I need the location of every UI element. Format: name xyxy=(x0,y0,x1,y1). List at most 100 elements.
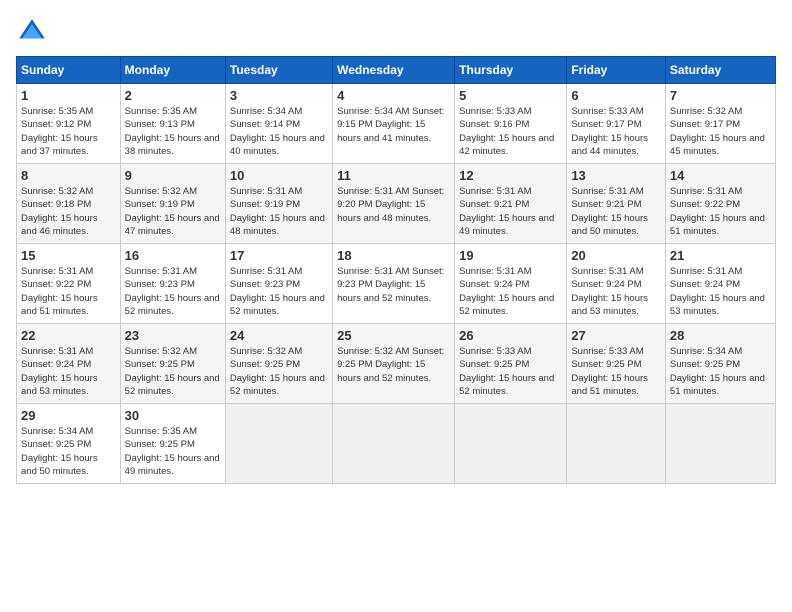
day-number: 10 xyxy=(230,168,328,183)
day-info: Sunrise: 5:31 AM Sunset: 9:24 PM Dayligh… xyxy=(571,265,661,318)
logo-icon xyxy=(16,16,48,48)
calendar-cell: 5Sunrise: 5:33 AM Sunset: 9:16 PM Daylig… xyxy=(455,84,567,164)
day-number: 26 xyxy=(459,328,562,343)
calendar-cell xyxy=(455,404,567,484)
day-info: Sunrise: 5:31 AM Sunset: 9:22 PM Dayligh… xyxy=(670,185,771,238)
day-number: 2 xyxy=(125,88,221,103)
calendar-cell: 13 Sunrise: 5:31 AM Sunset: 9:21 PM Dayli… xyxy=(567,164,666,244)
calendar-cell: 22 Sunrise: 5:31 AM Sunset: 9:24 PM Dayli… xyxy=(17,324,121,404)
day-info: Sunrise: 5:31 AM Sunset: 9:24 PM Dayligh… xyxy=(21,345,116,398)
day-number: 18 xyxy=(337,248,450,263)
day-info: Sunrise: 5:34 AM Sunset: 9:14 PM Dayligh… xyxy=(230,105,328,158)
day-number: 11 xyxy=(337,168,450,183)
calendar-cell: 16 Sunrise: 5:31 AM Sunset: 9:23 PM Dayli… xyxy=(120,244,225,324)
day-number: 16 xyxy=(125,248,221,263)
day-number: 25 xyxy=(337,328,450,343)
header-cell-saturday: Saturday xyxy=(665,57,775,84)
calendar-cell xyxy=(333,404,455,484)
day-info: Sunrise: 5:31 AM Sunset: 9:23 PM Dayligh… xyxy=(337,265,450,305)
calendar-cell: 19 Sunrise: 5:31 AM Sunset: 9:24 PM Dayli… xyxy=(455,244,567,324)
header-row: SundayMondayTuesdayWednesdayThursdayFrid… xyxy=(17,57,776,84)
day-info: Sunrise: 5:31 AM Sunset: 9:20 PM Dayligh… xyxy=(337,185,450,225)
day-info: Sunrise: 5:34 AM Sunset: 9:25 PM Dayligh… xyxy=(670,345,771,398)
calendar-cell: 23 Sunrise: 5:32 AM Sunset: 9:25 PM Dayli… xyxy=(120,324,225,404)
logo xyxy=(16,16,52,48)
day-info: Sunrise: 5:35 AM Sunset: 9:12 PM Dayligh… xyxy=(21,105,116,158)
day-number: 15 xyxy=(21,248,116,263)
header-cell-sunday: Sunday xyxy=(17,57,121,84)
day-number: 12 xyxy=(459,168,562,183)
calendar-cell: 14 Sunrise: 5:31 AM Sunset: 9:22 PM Dayli… xyxy=(665,164,775,244)
week-row-5: 29 Sunrise: 5:34 AM Sunset: 9:25 PM Dayli… xyxy=(17,404,776,484)
day-info: Sunrise: 5:34 AM Sunset: 9:25 PM Dayligh… xyxy=(21,425,116,478)
day-number: 1 xyxy=(21,88,116,103)
day-info: Sunrise: 5:32 AM Sunset: 9:25 PM Dayligh… xyxy=(125,345,221,398)
day-info: Sunrise: 5:35 AM Sunset: 9:25 PM Dayligh… xyxy=(125,425,221,478)
day-number: 4 xyxy=(337,88,450,103)
day-number: 23 xyxy=(125,328,221,343)
calendar-cell: 2 Sunrise: 5:35 AM Sunset: 9:13 PM Daylig… xyxy=(120,84,225,164)
day-info: Sunrise: 5:33 AM Sunset: 9:25 PM Dayligh… xyxy=(459,345,562,398)
day-number: 14 xyxy=(670,168,771,183)
day-info: Sunrise: 5:31 AM Sunset: 9:21 PM Dayligh… xyxy=(571,185,661,238)
day-info: Sunrise: 5:32 AM Sunset: 9:25 PM Dayligh… xyxy=(230,345,328,398)
calendar-cell: 8 Sunrise: 5:32 AM Sunset: 9:18 PM Daylig… xyxy=(17,164,121,244)
day-number: 5 xyxy=(459,88,562,103)
week-row-1: 1 Sunrise: 5:35 AM Sunset: 9:12 PM Daylig… xyxy=(17,84,776,164)
calendar-cell: 6 Sunrise: 5:33 AM Sunset: 9:17 PM Daylig… xyxy=(567,84,666,164)
week-row-3: 15Sunrise: 5:31 AM Sunset: 9:22 PM Dayli… xyxy=(17,244,776,324)
calendar-cell: 17 Sunrise: 5:31 AM Sunset: 9:23 PM Dayli… xyxy=(225,244,332,324)
week-row-4: 22 Sunrise: 5:31 AM Sunset: 9:24 PM Dayli… xyxy=(17,324,776,404)
calendar-cell: 18 Sunrise: 5:31 AM Sunset: 9:23 PM Dayli… xyxy=(333,244,455,324)
calendar-cell xyxy=(225,404,332,484)
day-number: 20 xyxy=(571,248,661,263)
header-cell-friday: Friday xyxy=(567,57,666,84)
day-info: Sunrise: 5:35 AM Sunset: 9:13 PM Dayligh… xyxy=(125,105,221,158)
day-info: Sunrise: 5:34 AM Sunset: 9:15 PM Dayligh… xyxy=(337,105,450,145)
day-info: Sunrise: 5:31 AM Sunset: 9:21 PM Dayligh… xyxy=(459,185,562,238)
day-number: 27 xyxy=(571,328,661,343)
day-number: 19 xyxy=(459,248,562,263)
calendar-cell: 4 Sunrise: 5:34 AM Sunset: 9:15 PM Daylig… xyxy=(333,84,455,164)
calendar-cell: 29 Sunrise: 5:34 AM Sunset: 9:25 PM Dayli… xyxy=(17,404,121,484)
day-number: 8 xyxy=(21,168,116,183)
calendar-cell: 15Sunrise: 5:31 AM Sunset: 9:22 PM Dayli… xyxy=(17,244,121,324)
day-number: 29 xyxy=(21,408,116,423)
day-info: Sunrise: 5:31 AM Sunset: 9:19 PM Dayligh… xyxy=(230,185,328,238)
calendar-table: SundayMondayTuesdayWednesdayThursdayFrid… xyxy=(16,56,776,484)
day-info: Sunrise: 5:31 AM Sunset: 9:23 PM Dayligh… xyxy=(230,265,328,318)
day-number: 6 xyxy=(571,88,661,103)
day-info: Sunrise: 5:32 AM Sunset: 9:17 PM Dayligh… xyxy=(670,105,771,158)
day-number: 22 xyxy=(21,328,116,343)
calendar-cell: 24Sunrise: 5:32 AM Sunset: 9:25 PM Dayli… xyxy=(225,324,332,404)
header-cell-thursday: Thursday xyxy=(455,57,567,84)
header-cell-wednesday: Wednesday xyxy=(333,57,455,84)
header-cell-tuesday: Tuesday xyxy=(225,57,332,84)
day-info: Sunrise: 5:31 AM Sunset: 9:23 PM Dayligh… xyxy=(125,265,221,318)
day-number: 3 xyxy=(230,88,328,103)
day-info: Sunrise: 5:33 AM Sunset: 9:25 PM Dayligh… xyxy=(571,345,661,398)
day-info: Sunrise: 5:31 AM Sunset: 9:24 PM Dayligh… xyxy=(670,265,771,318)
day-info: Sunrise: 5:33 AM Sunset: 9:17 PM Dayligh… xyxy=(571,105,661,158)
day-number: 30 xyxy=(125,408,221,423)
week-row-2: 8 Sunrise: 5:32 AM Sunset: 9:18 PM Daylig… xyxy=(17,164,776,244)
day-info: Sunrise: 5:32 AM Sunset: 9:19 PM Dayligh… xyxy=(125,185,221,238)
day-number: 21 xyxy=(670,248,771,263)
calendar-cell: 27 Sunrise: 5:33 AM Sunset: 9:25 PM Dayli… xyxy=(567,324,666,404)
calendar-cell xyxy=(567,404,666,484)
calendar-cell: 9 Sunrise: 5:32 AM Sunset: 9:19 PM Daylig… xyxy=(120,164,225,244)
calendar-cell: 30 Sunrise: 5:35 AM Sunset: 9:25 PM Dayli… xyxy=(120,404,225,484)
day-number: 13 xyxy=(571,168,661,183)
day-info: Sunrise: 5:32 AM Sunset: 9:18 PM Dayligh… xyxy=(21,185,116,238)
calendar-cell: 25Sunrise: 5:32 AM Sunset: 9:25 PM Dayli… xyxy=(333,324,455,404)
header-cell-monday: Monday xyxy=(120,57,225,84)
calendar-cell: 21 Sunrise: 5:31 AM Sunset: 9:24 PM Dayli… xyxy=(665,244,775,324)
calendar-cell: 11 Sunrise: 5:31 AM Sunset: 9:20 PM Dayli… xyxy=(333,164,455,244)
calendar-cell: 10 Sunrise: 5:31 AM Sunset: 9:19 PM Dayli… xyxy=(225,164,332,244)
calendar-cell: 28Sunrise: 5:34 AM Sunset: 9:25 PM Dayli… xyxy=(665,324,775,404)
day-info: Sunrise: 5:31 AM Sunset: 9:24 PM Dayligh… xyxy=(459,265,562,318)
calendar-cell: 7Sunrise: 5:32 AM Sunset: 9:17 PM Daylig… xyxy=(665,84,775,164)
day-number: 9 xyxy=(125,168,221,183)
day-number: 17 xyxy=(230,248,328,263)
calendar-cell: 3 Sunrise: 5:34 AM Sunset: 9:14 PM Daylig… xyxy=(225,84,332,164)
